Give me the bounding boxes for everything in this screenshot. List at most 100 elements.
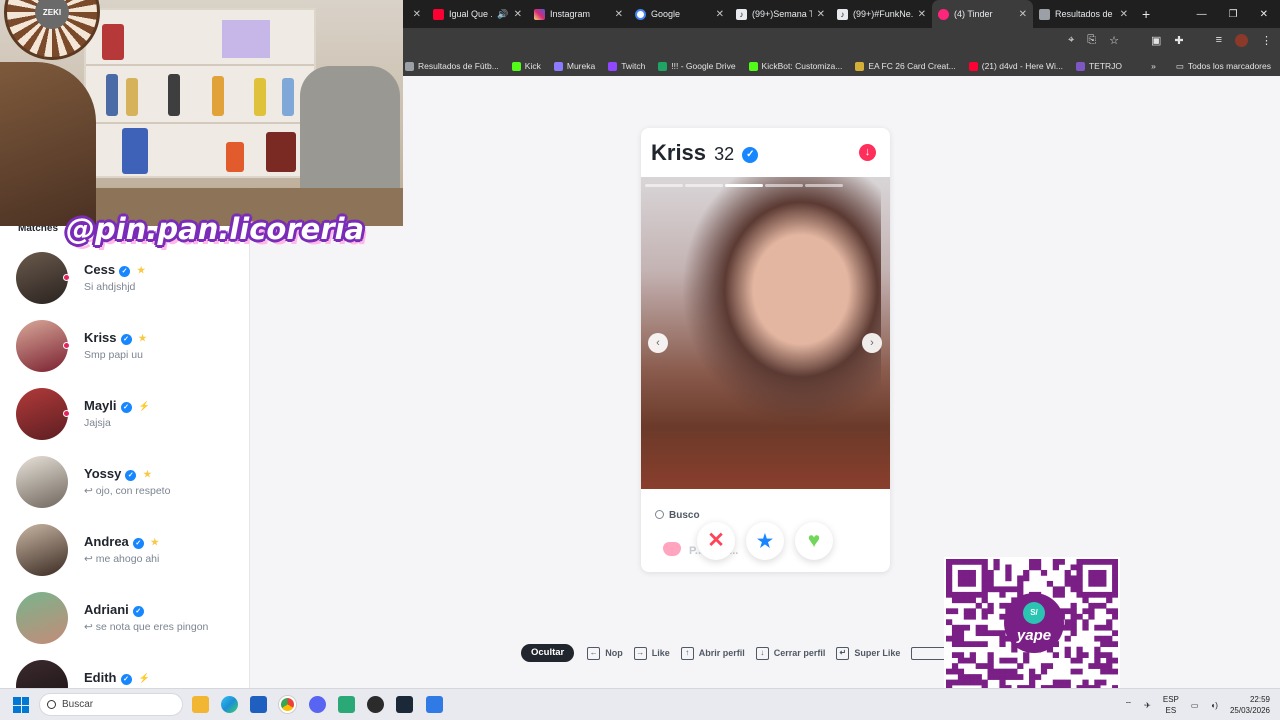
file-explorer-icon[interactable] (192, 696, 209, 713)
next-photo-icon[interactable]: › (862, 333, 882, 353)
bookmark-kick[interactable]: Kick (511, 61, 541, 71)
chrome-icon[interactable] (279, 696, 296, 713)
kick-icon (511, 61, 521, 71)
shortcut-nope: ← Nop (587, 646, 623, 660)
volume-icon[interactable]: ◖) (1210, 701, 1218, 710)
minimize-icon[interactable]: — (1197, 9, 1207, 20)
close-icon[interactable]: ✕ (1120, 9, 1128, 20)
star-icon: ★ (138, 333, 147, 343)
new-tab-button[interactable]: + (1142, 6, 1150, 22)
clock[interactable]: 22:59 25/03/2026 (1230, 694, 1270, 716)
match-item[interactable]: Kriss ✓ ★ Smp papi uu (16, 320, 246, 376)
bookmark-kickbot[interactable]: KickBot: Customiza... (748, 61, 842, 71)
collapse-profile-icon[interactable]: ↓ (859, 144, 876, 161)
browser-tab-5[interactable]: ♪ (99+)#FunkNe... ✕ (831, 0, 932, 28)
like-button[interactable]: ♥ (795, 522, 833, 560)
new-message-dot (63, 410, 70, 417)
steam-icon[interactable] (396, 696, 413, 713)
hide-shortcuts-button[interactable]: Ocultar (521, 644, 575, 662)
puzzle-icon[interactable]: ✚ (1174, 34, 1183, 47)
star-icon: ★ (137, 265, 146, 275)
photo-indicator[interactable] (805, 184, 843, 187)
bookmark-d4vd[interactable]: (21) d4vd - Here Wi... (968, 61, 1063, 71)
close-icon[interactable]: ✕ (716, 9, 724, 20)
network-icon[interactable]: ⌔ (1125, 700, 1133, 710)
photo-indicator[interactable] (685, 184, 723, 187)
discord-icon[interactable] (309, 696, 326, 713)
avatar-icon[interactable] (1235, 34, 1248, 47)
nope-button[interactable]: ✕ (697, 522, 735, 560)
folder-icon: ▭ (1175, 60, 1184, 71)
more-bookmarks-icon[interactable]: » (1151, 61, 1156, 71)
close-icon[interactable]: ✕ (1019, 9, 1027, 20)
input-language[interactable]: ESP ES (1163, 694, 1179, 716)
store-icon[interactable] (250, 696, 267, 713)
browser-tab-3[interactable]: Google ✕ (629, 0, 730, 28)
edge-icon[interactable] (221, 696, 238, 713)
maximize-icon[interactable]: ❐ (1229, 9, 1238, 20)
browser-tab-4[interactable]: ♪ (99+)Semana T... ✕ (730, 0, 831, 28)
close-icon[interactable]: ✕ (514, 9, 522, 20)
super-like-button[interactable]: ★ (746, 522, 784, 560)
close-icon[interactable]: ✕ (918, 9, 926, 20)
browser-tab-tinder[interactable]: (4) Tinder ✕ (932, 0, 1033, 28)
location-icon[interactable]: ⌖ (1068, 34, 1074, 47)
profile-title: Kriss 32 ✓ (651, 140, 759, 166)
close-icon[interactable]: ✕ (615, 9, 623, 20)
all-bookmarks[interactable]: ▭ Todos los marcadores (1176, 61, 1271, 72)
match-item[interactable]: Mayli ✓ ⚡ Jajsja (16, 388, 246, 444)
match-name: Yossy (84, 466, 122, 481)
photo-indicator[interactable] (765, 184, 803, 187)
bookmark-mureka[interactable]: Mureka (553, 61, 595, 71)
taskbar-search[interactable]: Buscar (39, 693, 183, 716)
browser-tab-1[interactable]: Igual Que ... 🔊 ✕ (427, 0, 528, 28)
search-icon (47, 700, 56, 709)
speaker-icon[interactable]: 🔊 (497, 9, 508, 20)
bookmark-twitch[interactable]: Twitch (608, 61, 645, 71)
heart-icon (663, 542, 681, 556)
bluetooth-icon[interactable]: ✈ (1144, 701, 1151, 710)
windows-start-icon[interactable] (13, 697, 29, 713)
avatar (16, 660, 68, 688)
previous-photo-icon[interactable]: ‹ (648, 333, 668, 353)
media-icon[interactable]: ≡ (1216, 34, 1222, 47)
matches-heading[interactable]: Matches (18, 226, 58, 234)
match-item[interactable]: Yossy ✓ ★ ↩ ojo, con respeto (16, 456, 246, 512)
browser-tab-2[interactable]: Instagram ✕ (528, 0, 629, 28)
app-icon[interactable] (426, 696, 443, 713)
browser-tab-7[interactable]: Resultados de ... ✕ (1033, 0, 1134, 28)
install-icon[interactable]: ⎘ (1087, 34, 1096, 47)
extension-icon[interactable]: ▣ (1151, 34, 1161, 47)
menu-icon[interactable]: ⋮ (1261, 34, 1272, 47)
star-icon[interactable]: ☆ (1109, 34, 1119, 47)
verified-icon: ✓ (132, 538, 144, 549)
photo-indicator[interactable] (725, 184, 763, 187)
bookmark-0[interactable]: Resultados de Fútb... (405, 61, 499, 71)
photo-indicator[interactable] (645, 184, 683, 187)
match-item[interactable]: Adriani ✓ ↩ se nota que eres pingon (16, 592, 246, 648)
avatar (16, 252, 68, 304)
match-name-row: Mayli ✓ ⚡ (84, 398, 150, 413)
close-icon[interactable]: ✕ (413, 9, 421, 20)
last-message: ↩ se nota que eres pingon (84, 621, 209, 633)
bookmark-tetrio[interactable]: TETRJO (1075, 61, 1122, 71)
browser-tab-0[interactable]: ✕ (403, 0, 427, 28)
close-window-icon[interactable]: ✕ (1260, 9, 1268, 20)
obs-icon[interactable] (367, 696, 384, 713)
bookmark-eafc[interactable]: EA FC 26 Card Creat... (855, 61, 956, 71)
streamer (0, 62, 96, 226)
match-item[interactable]: Edith ✓ ⚡ (16, 660, 246, 688)
close-icon[interactable]: ✕ (817, 9, 825, 20)
match-item[interactable]: Cess ✓ ★ Si ahdjshjd (16, 252, 246, 308)
profile-photo[interactable]: ‹ › (641, 177, 890, 489)
notepad-icon[interactable] (338, 696, 355, 713)
match-item[interactable]: Andrea ✓ ★ ↩ me ahogo ahi (16, 524, 246, 580)
bookmark-drive[interactable]: !!! - Google Drive (658, 61, 736, 71)
right-arrow-key-icon: → (633, 646, 647, 660)
shortcut-open-profile: ↑ Abrir perfil (680, 646, 745, 660)
verified-icon: ✓ (120, 334, 132, 345)
display-icon[interactable]: ▭ (1191, 701, 1199, 710)
bookmarks-bar: Resultados de Fútb... Kick Mureka Twitch… (403, 56, 1280, 76)
avatar (16, 524, 68, 576)
match-name: Mayli (84, 398, 117, 413)
